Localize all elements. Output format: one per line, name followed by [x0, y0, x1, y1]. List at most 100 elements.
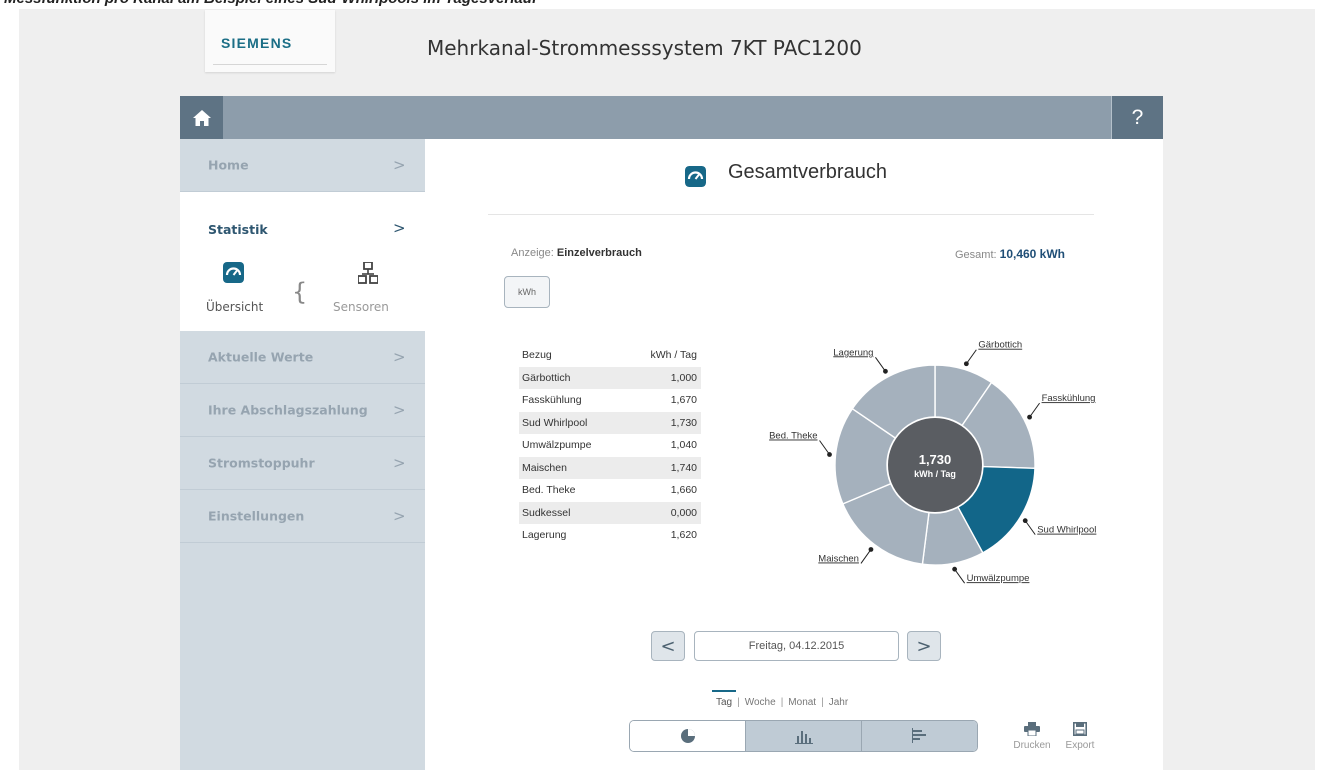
page-title: Gesamtverbrauch	[728, 161, 887, 183]
column-header: Bezug	[522, 349, 552, 361]
title-divider	[488, 214, 1094, 215]
date-field[interactable]: Freitag, 04.12.2015	[694, 631, 899, 661]
row-name: Maischen	[522, 461, 567, 474]
print-button[interactable]: Drucken	[1012, 722, 1052, 751]
export-label: Export	[1065, 740, 1095, 751]
sidebar-item-label: Home	[208, 157, 249, 173]
bar-view-button[interactable]	[745, 721, 861, 751]
row-value: 1,670	[670, 394, 697, 406]
row-value: 1,040	[670, 439, 697, 451]
slice-label[interactable]: Maischen	[818, 553, 859, 564]
subnav-sensors[interactable]: Sensoren	[328, 258, 400, 320]
slice-label[interactable]: Fasskühlung	[1042, 393, 1096, 404]
period-separator: |	[737, 697, 740, 708]
row-value: 0,000	[670, 506, 697, 519]
unit-kwh-button[interactable]: kWh	[504, 276, 550, 308]
row-name: Fasskühlung	[522, 394, 582, 406]
horizontal-bar-view-button[interactable]	[861, 721, 977, 751]
table-row: Umwälzpumpe 1,040	[519, 434, 701, 457]
sidebar-item-stromstoppuhr[interactable]: Stromstoppuhr >	[180, 437, 425, 490]
period-separator: |	[821, 697, 824, 708]
consumption-table: Bezug kWh / Tag Gärbottich 1,000 Fasskühl…	[519, 344, 701, 547]
sidebar-item-home[interactable]: Home >	[180, 139, 425, 192]
period-year[interactable]: Jahr	[829, 697, 848, 708]
row-name: Umwälzpumpe	[522, 439, 592, 451]
logo-divider	[213, 64, 327, 65]
chart-view-switcher	[629, 720, 978, 752]
total-label: Gesamt:	[955, 249, 997, 261]
subnav-overview[interactable]: Übersicht	[203, 258, 265, 320]
sidebar-item-einstellungen[interactable]: Einstellungen >	[180, 490, 425, 543]
table-row: Lagerung 1,620	[519, 524, 701, 547]
row-name: Sud Whirlpool	[522, 416, 588, 429]
display-mode: Anzeige: Einzelverbrauch	[511, 247, 642, 259]
pie-chart-icon	[680, 729, 695, 743]
printer-icon	[1024, 722, 1040, 736]
chevron-right-icon: >	[393, 454, 406, 472]
chevron-right-icon: >	[393, 348, 406, 366]
next-day-button[interactable]: >	[907, 631, 941, 661]
row-value: 1,740	[670, 461, 697, 474]
previous-day-button[interactable]: <	[651, 631, 685, 661]
table-header: Bezug kWh / Tag	[519, 344, 701, 367]
period-week[interactable]: Woche	[745, 697, 776, 708]
sidebar: Home > Statistik > Aktuelle Werte > Ihre…	[180, 139, 425, 770]
sidebar-item-label: Stromstoppuhr	[208, 455, 315, 471]
sidebar-item-label: Einstellungen	[208, 508, 305, 524]
row-name: Bed. Theke	[522, 484, 576, 496]
home-button[interactable]	[180, 96, 223, 139]
display-mode-label: Anzeige:	[511, 247, 554, 259]
sidebar-item-label: Aktuelle Werte	[208, 349, 314, 365]
table-row: Bed. Theke 1,660	[519, 479, 701, 502]
row-value: 1,730	[670, 416, 697, 429]
table-row: Maischen 1,740	[519, 456, 701, 479]
slice-label[interactable]: Lagerung	[833, 347, 873, 358]
gauge-icon	[223, 262, 244, 283]
sidebar-item-label: Statistik	[208, 222, 268, 237]
subnav-overview-label: Übersicht	[206, 300, 264, 314]
row-value: 1,660	[670, 484, 697, 496]
pie-view-button[interactable]	[630, 721, 745, 751]
leader-line	[1024, 520, 1036, 535]
period-month[interactable]: Monat	[788, 697, 816, 708]
total-value: 10,460 kWh	[999, 247, 1066, 261]
export-button[interactable]: Export	[1060, 722, 1100, 751]
table-row: Fasskühlung 1,670	[519, 389, 701, 412]
subnav-sensors-label: Sensoren	[333, 300, 389, 314]
leader-line	[819, 440, 830, 455]
row-value: 1,620	[670, 529, 697, 541]
slice-label[interactable]: Sud Whirlpool	[1037, 525, 1096, 536]
sidebar-item-aktuelle-werte[interactable]: Aktuelle Werte >	[180, 331, 425, 384]
gauge-icon	[685, 166, 706, 187]
table-row: Sudkessel 0,000	[519, 501, 701, 524]
period-day[interactable]: Tag	[711, 690, 737, 708]
center-value: 1,730	[919, 452, 952, 467]
row-name: Lagerung	[522, 529, 567, 541]
chevron-right-icon: >	[393, 219, 406, 237]
leader-line	[965, 349, 977, 365]
slice-label[interactable]: Gärbottich	[978, 340, 1022, 351]
caption-strip: Messfunktion pro Kanal am Beispiel eines…	[0, 0, 1334, 9]
slice-label[interactable]: Bed. Theke	[769, 431, 817, 442]
row-name: Gärbottich	[522, 371, 571, 384]
display-mode-value: Einzelverbrauch	[556, 247, 642, 259]
leader-line	[1029, 402, 1040, 418]
app-title: Mehrkanal-Strommesssystem 7KT PAC1200	[427, 36, 862, 60]
leader-line	[954, 568, 966, 584]
column-header: kWh / Tag	[650, 349, 698, 361]
leader-line	[860, 549, 872, 564]
period-separator: |	[780, 697, 784, 708]
help-button[interactable]: ?	[1111, 96, 1163, 139]
logo-box: SIEMENS	[205, 10, 335, 72]
chevron-right-icon: >	[393, 507, 406, 525]
sidebar-item-abschlagszahlung[interactable]: Ihre Abschlagszahlung >	[180, 384, 425, 437]
top-toolbar: ?	[180, 96, 1163, 139]
save-icon	[1073, 722, 1087, 736]
donut-chart: Gärbottich Fasskühlung Sud Whirlpool Umwälz…	[730, 335, 1130, 610]
row-name: Sudkessel	[522, 506, 571, 519]
print-label: Drucken	[1013, 740, 1051, 751]
table-row: Sud Whirlpool 1,730	[519, 411, 701, 434]
siemens-logo: SIEMENS	[221, 35, 293, 51]
bar-chart-icon	[794, 731, 813, 744]
slice-label[interactable]: Umwälzpumpe	[967, 573, 1030, 584]
